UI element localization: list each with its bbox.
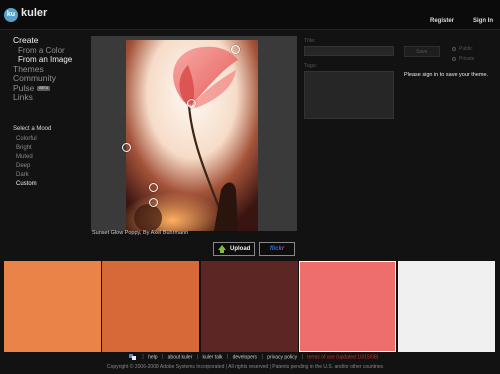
save-button[interactable]: Save [404,46,440,57]
adobe-icon[interactable] [129,354,136,360]
nav-pulse-label: Pulse [13,82,35,93]
theme-swatches [4,261,498,352]
mood-title: Select a Mood [13,126,52,132]
swatch-5[interactable] [398,261,495,352]
upload-label: Upload [230,246,251,252]
title-label: Title: [304,38,316,44]
app-name[interactable]: kuler [21,7,47,19]
footer-help-link[interactable]: help [148,354,157,360]
nav-links[interactable]: Links [13,92,93,103]
public-radio-circle [452,46,456,51]
swatch-1[interactable] [4,261,101,352]
mood-muted[interactable]: Muted [16,153,37,162]
mood-colorful[interactable]: Colorful [16,135,37,144]
color-picker-2[interactable] [187,99,196,108]
color-picker-5[interactable] [149,198,158,207]
footer-links: | help | about kuler | kuler talk | deve… [129,354,378,360]
footer: | help | about kuler | kuler talk | deve… [0,352,500,374]
footer-privacy-link[interactable]: privacy policy [267,354,297,360]
nav-from-a-color[interactable]: From a Color [13,46,93,56]
upload-button[interactable]: Upload [213,242,255,256]
footer-terms-link[interactable]: terms of use (updated 10/15/08) [307,354,378,360]
footer-developers-link[interactable]: developers [233,354,257,360]
mood-bright[interactable]: Bright [16,144,37,153]
nav-create[interactable]: Create [13,35,93,46]
sidebar-nav: Create From a Color From an Image Themes… [13,35,93,103]
color-picker-3[interactable] [122,143,131,152]
mood-custom[interactable]: Custom [16,180,37,189]
private-radio[interactable]: Private [452,56,475,62]
sign-in-message: Please sign in to save your theme. [404,72,489,78]
beta-badge: BETA [37,85,51,91]
flickr-button[interactable]: flickr [259,242,295,256]
header: ku kuler Register Sign In [0,0,500,30]
save-label: Save [416,49,428,55]
tags-input[interactable] [304,71,394,119]
swatch-4[interactable] [299,261,396,352]
title-input[interactable] [304,46,394,56]
flickr-logo-part2: r [281,246,285,252]
public-label: Public [459,46,473,52]
footer-about-link[interactable]: about kuler [168,354,193,360]
mood-dark[interactable]: Dark [16,171,37,180]
poppy-photo [126,40,258,231]
swatch-2[interactable] [102,261,199,352]
image-caption: Sunset Glow Poppy, By Axel Bührmann [92,230,189,236]
register-link[interactable]: Register [430,18,454,24]
mood-deep[interactable]: Deep [16,162,37,171]
flickr-logo-part1: flick [269,246,282,252]
private-radio-circle [452,56,456,61]
public-radio[interactable]: Public [452,46,473,52]
swatch-3[interactable] [201,261,298,352]
tags-label: Tags: [304,63,318,69]
private-label: Private [459,56,475,62]
poppy-image [126,40,258,231]
sign-in-link[interactable]: Sign In [473,18,493,24]
color-picker-4[interactable] [149,183,158,192]
kuler-logo-icon[interactable]: ku [4,8,18,22]
color-picker-1[interactable] [231,45,240,54]
mood-list: Colorful Bright Muted Deep Dark Custom [16,135,37,189]
upload-arrow-stem [220,250,224,253]
copyright-text: Copyright © 2006-2008 Adobe Systems Inco… [107,364,384,370]
footer-talk-link[interactable]: kuler talk [202,354,222,360]
